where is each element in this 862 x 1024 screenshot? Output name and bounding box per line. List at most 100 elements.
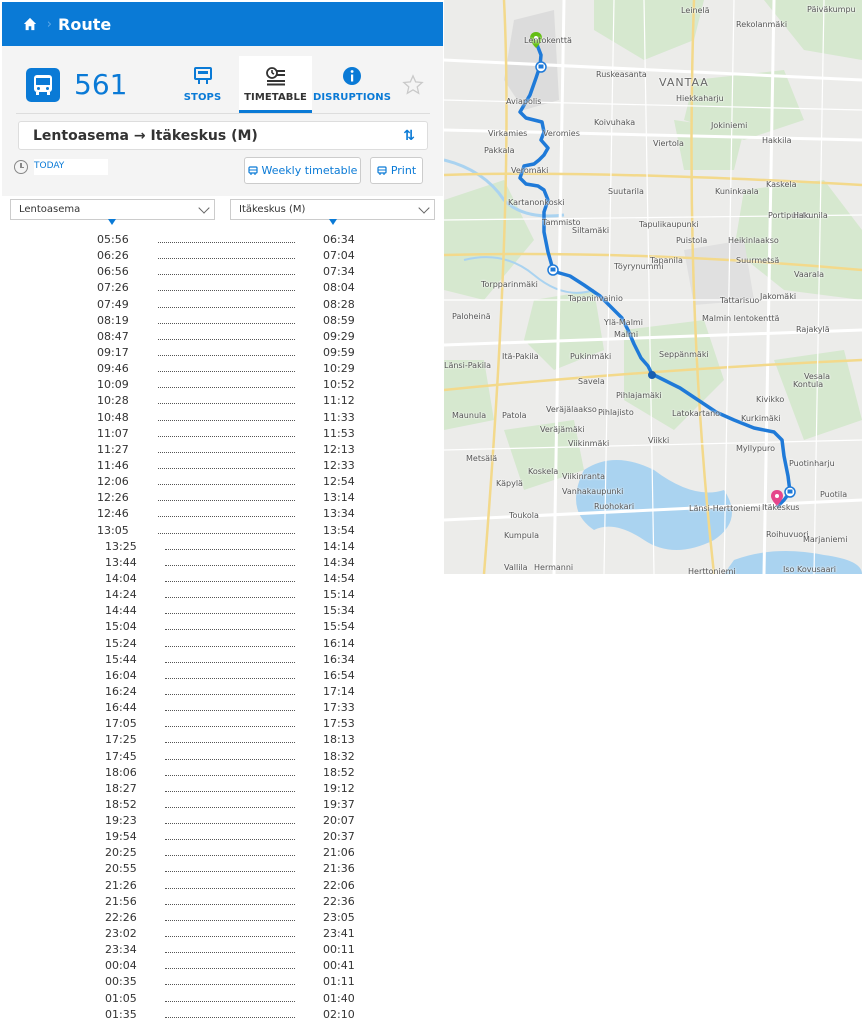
breadcrumb-separator-icon: › xyxy=(46,17,52,32)
departure-time: 15:24 xyxy=(105,636,137,650)
dotted-leader xyxy=(158,419,295,421)
arrival-time: 18:32 xyxy=(323,749,355,763)
map-place-label: Veromäki xyxy=(511,166,549,175)
map-place-label: Savela xyxy=(578,377,605,386)
dotted-leader xyxy=(165,677,295,679)
map-place-label: Marjaniemi xyxy=(803,535,848,544)
arrival-time: 18:52 xyxy=(323,765,355,779)
direction-selector[interactable]: Lentoasema → Itäkeskus (M) ⇅ xyxy=(18,121,428,150)
map-place-label: Leinelä xyxy=(681,6,710,15)
departure-time: 01:05 xyxy=(105,991,137,1005)
timetable-row: 12:06 12:54 xyxy=(0,475,443,491)
departure-time: 19:23 xyxy=(105,814,137,828)
arrival-time: 22:06 xyxy=(323,878,355,892)
departure-time: 13:44 xyxy=(105,555,137,569)
timetable-row: 09:46 10:29 xyxy=(0,362,443,378)
dotted-leader xyxy=(165,774,295,776)
date-input[interactable]: TODAY xyxy=(34,159,108,175)
timetable-row: 01:05 01:40 xyxy=(0,992,443,1008)
timetable-row: 18:52 19:37 xyxy=(0,798,443,814)
route-map[interactable]: Leinelä Rekolanmäki Päiväkumpu Lentokenttä R… xyxy=(444,0,862,574)
departure-time: 17:45 xyxy=(105,749,137,763)
departure-time: 13:05 xyxy=(97,523,129,537)
timetable-row: 10:09 10:52 xyxy=(0,378,443,394)
to-stop-value: Itäkeskus (M) xyxy=(239,204,306,215)
map-place-label: Iso Kovusaari xyxy=(783,565,836,574)
arrival-time: 02:10 xyxy=(323,1007,355,1021)
arrival-time: 21:06 xyxy=(323,846,355,860)
arrival-time: 06:34 xyxy=(323,233,355,246)
map-place-label: Malmin lentokenttä xyxy=(702,314,780,323)
timetable-row: 00:04 00:41 xyxy=(0,959,443,975)
swap-direction-icon[interactable]: ⇅ xyxy=(403,128,415,144)
dotted-leader xyxy=(165,564,295,566)
map-place-label: Lentokenttä xyxy=(524,36,572,45)
timetable-row: 23:02 23:41 xyxy=(0,927,443,943)
map-place-label: Vesala xyxy=(804,372,830,381)
map-place-label: Viikinranta xyxy=(562,472,605,481)
departure-time: 14:24 xyxy=(105,588,137,602)
bus-stop-icon xyxy=(535,61,547,73)
map-place-label: Päiväkumpu xyxy=(807,5,856,14)
map-place-label: Viertola xyxy=(653,139,684,148)
dotted-leader xyxy=(158,451,295,453)
timetable-row: 12:26 13:14 xyxy=(0,491,443,507)
tab-disruptions[interactable]: DISRUPTIONS xyxy=(312,56,392,113)
map-place-label: Kuninkaala xyxy=(715,187,759,196)
map-place-label: Viikinmäki xyxy=(568,439,610,448)
map-place-label: Kontula xyxy=(793,380,824,389)
map-place-label: Puotinharju xyxy=(789,459,835,468)
dotted-leader xyxy=(158,306,295,308)
dotted-leader xyxy=(165,548,295,550)
map-place-label: Latokartano xyxy=(672,409,721,418)
dotted-leader xyxy=(165,710,295,712)
from-stop-select[interactable]: Lentoasema xyxy=(10,199,215,225)
arrival-time: 14:34 xyxy=(323,555,355,569)
arrival-time: 18:13 xyxy=(323,733,355,747)
departure-time: 11:27 xyxy=(97,442,129,456)
map-place-label: Länsi-Pakila xyxy=(444,361,492,370)
map-place-label: Pukinmäki xyxy=(570,352,612,361)
dotted-leader xyxy=(165,693,295,695)
tab-disruptions-label: DISRUPTIONS xyxy=(312,92,392,103)
dotted-leader xyxy=(165,952,295,954)
departure-time: 16:24 xyxy=(105,684,137,698)
arrival-time: 10:29 xyxy=(323,362,355,376)
home-button[interactable]: › xyxy=(2,2,58,46)
bus-stop-icon xyxy=(547,264,559,276)
star-icon xyxy=(402,73,424,95)
departure-time: 20:55 xyxy=(105,862,137,876)
weekly-timetable-button[interactable]: Weekly timetable xyxy=(244,157,361,184)
map-place-label: Rekolanmäki xyxy=(736,20,788,29)
map-place-label: Tattarisuo xyxy=(720,296,760,305)
departure-time: 14:04 xyxy=(105,571,137,585)
favourite-button[interactable] xyxy=(398,56,428,113)
tab-stops[interactable]: STOPS xyxy=(166,56,239,113)
date-picker[interactable]: TODAY xyxy=(14,159,108,175)
column-marker-icon xyxy=(329,219,337,225)
departure-time: 12:46 xyxy=(97,507,129,521)
dotted-leader xyxy=(165,919,295,921)
timetable-row: 19:23 20:07 xyxy=(0,814,443,830)
arrival-time: 07:34 xyxy=(323,265,355,279)
dotted-leader xyxy=(158,532,295,534)
map-place-label: Metsälä xyxy=(466,454,498,463)
departure-time: 12:26 xyxy=(97,491,129,505)
dotted-leader xyxy=(158,484,295,486)
arrival-time: 20:37 xyxy=(323,830,355,844)
arrival-time: 12:54 xyxy=(323,475,355,489)
map-place-label: Malmi xyxy=(614,330,639,339)
route-number: 561 xyxy=(74,68,128,101)
tab-timetable[interactable]: TIMETABLE xyxy=(239,56,312,113)
map-place-label: Kivikko xyxy=(756,395,785,404)
timetable-row: 11:27 12:13 xyxy=(0,443,443,459)
timetable-row: 15:04 15:54 xyxy=(0,620,443,636)
dotted-leader xyxy=(158,338,295,340)
route-badge: 561 xyxy=(16,56,166,113)
timetable-row: 14:44 15:34 xyxy=(0,604,443,620)
dotted-leader xyxy=(165,1016,295,1018)
print-button[interactable]: Print xyxy=(370,157,423,184)
departure-time: 12:06 xyxy=(97,475,129,489)
to-stop-select[interactable]: Itäkeskus (M) xyxy=(230,199,435,225)
arrival-time: 15:54 xyxy=(323,620,355,634)
